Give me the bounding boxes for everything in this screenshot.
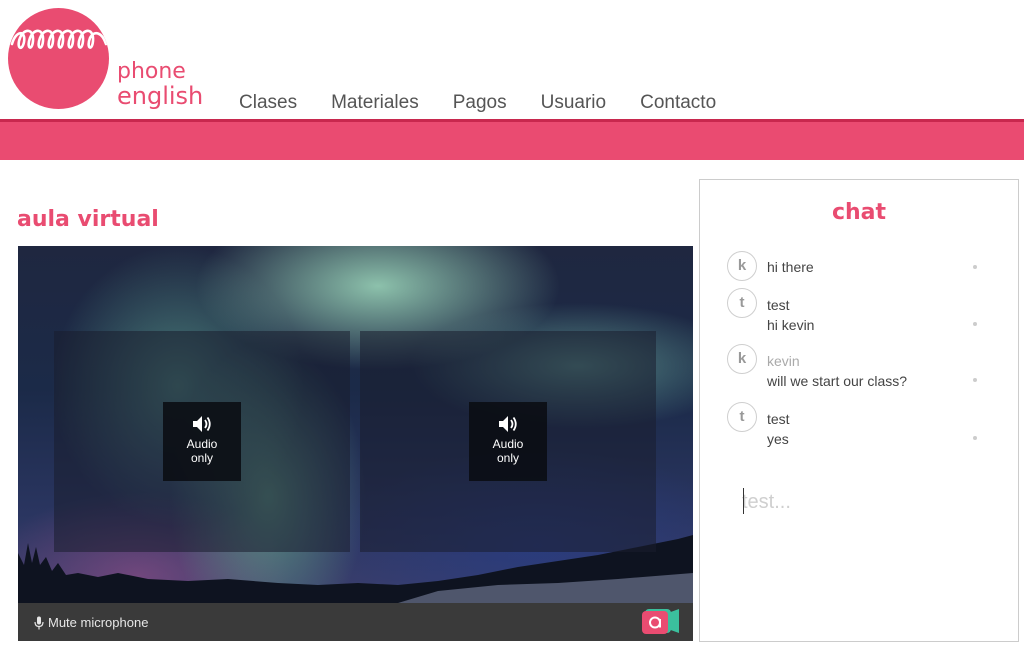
chat-input[interactable] (742, 486, 992, 518)
avatar: t (727, 288, 757, 318)
nav-item-usuario[interactable]: Usuario (524, 92, 623, 114)
avatar: t (727, 402, 757, 432)
avatar: k (727, 344, 757, 374)
speaker-icon (499, 416, 517, 432)
chat-panel: chat k hi there t test hi kevin k kevin … (699, 179, 1019, 642)
video-tile-1[interactable]: Audio only (54, 331, 350, 552)
audio-only-line2: only (496, 451, 519, 465)
chat-message-text: yes (767, 431, 789, 447)
nav-item-materiales[interactable]: Materiales (314, 92, 436, 114)
video-stage: Audio only Audio only (18, 246, 693, 603)
brand-name[interactable]: phone english (117, 59, 204, 110)
chat-message-text: hi there (767, 259, 814, 275)
mute-microphone-label: Mute microphone (48, 615, 149, 630)
microphone-icon (34, 616, 44, 629)
chat-message-text: will we start our class? (767, 373, 908, 389)
brand-line2: english (117, 82, 204, 110)
message-status-dot (973, 436, 977, 440)
message-status-dot (973, 378, 977, 382)
video-camera-icon[interactable] (641, 608, 681, 636)
audio-only-line2: only (190, 451, 213, 465)
page: phone english Clases Materiales Pagos Us… (0, 0, 1024, 649)
header-band (0, 122, 1024, 160)
audio-only-badge: Audio only (469, 402, 547, 481)
chat-message-author: test (767, 297, 790, 313)
brand-line1: phone (117, 59, 186, 84)
chat-title: chat (831, 200, 887, 225)
text-caret (743, 488, 744, 514)
audio-only-badge: Audio only (163, 402, 241, 481)
nav-item-pagos[interactable]: Pagos (436, 92, 524, 114)
chat-message-text: hi kevin (767, 317, 815, 333)
avatar: k (727, 251, 757, 281)
message-status-dot (973, 322, 977, 326)
audio-only-line1: Audio (186, 437, 218, 451)
nav-item-clases[interactable]: Clases (222, 92, 314, 114)
main-nav: Clases Materiales Pagos Usuario Contacto (222, 92, 733, 114)
logo-loops-icon (10, 29, 108, 50)
message-status-dot (973, 265, 977, 269)
video-tile-2[interactable]: Audio only (360, 331, 656, 552)
audio-only-line1: Audio (492, 437, 524, 451)
speaker-icon (193, 416, 211, 432)
page-title: aula virtual (17, 207, 159, 232)
video-control-bar: Mute microphone (18, 603, 693, 641)
mute-microphone-button[interactable]: Mute microphone (34, 615, 148, 630)
nav-item-contacto[interactable]: Contacto (623, 92, 733, 114)
chat-message-author: test (767, 411, 790, 427)
logo[interactable] (8, 8, 109, 109)
chat-message-author: kevin (767, 353, 800, 369)
